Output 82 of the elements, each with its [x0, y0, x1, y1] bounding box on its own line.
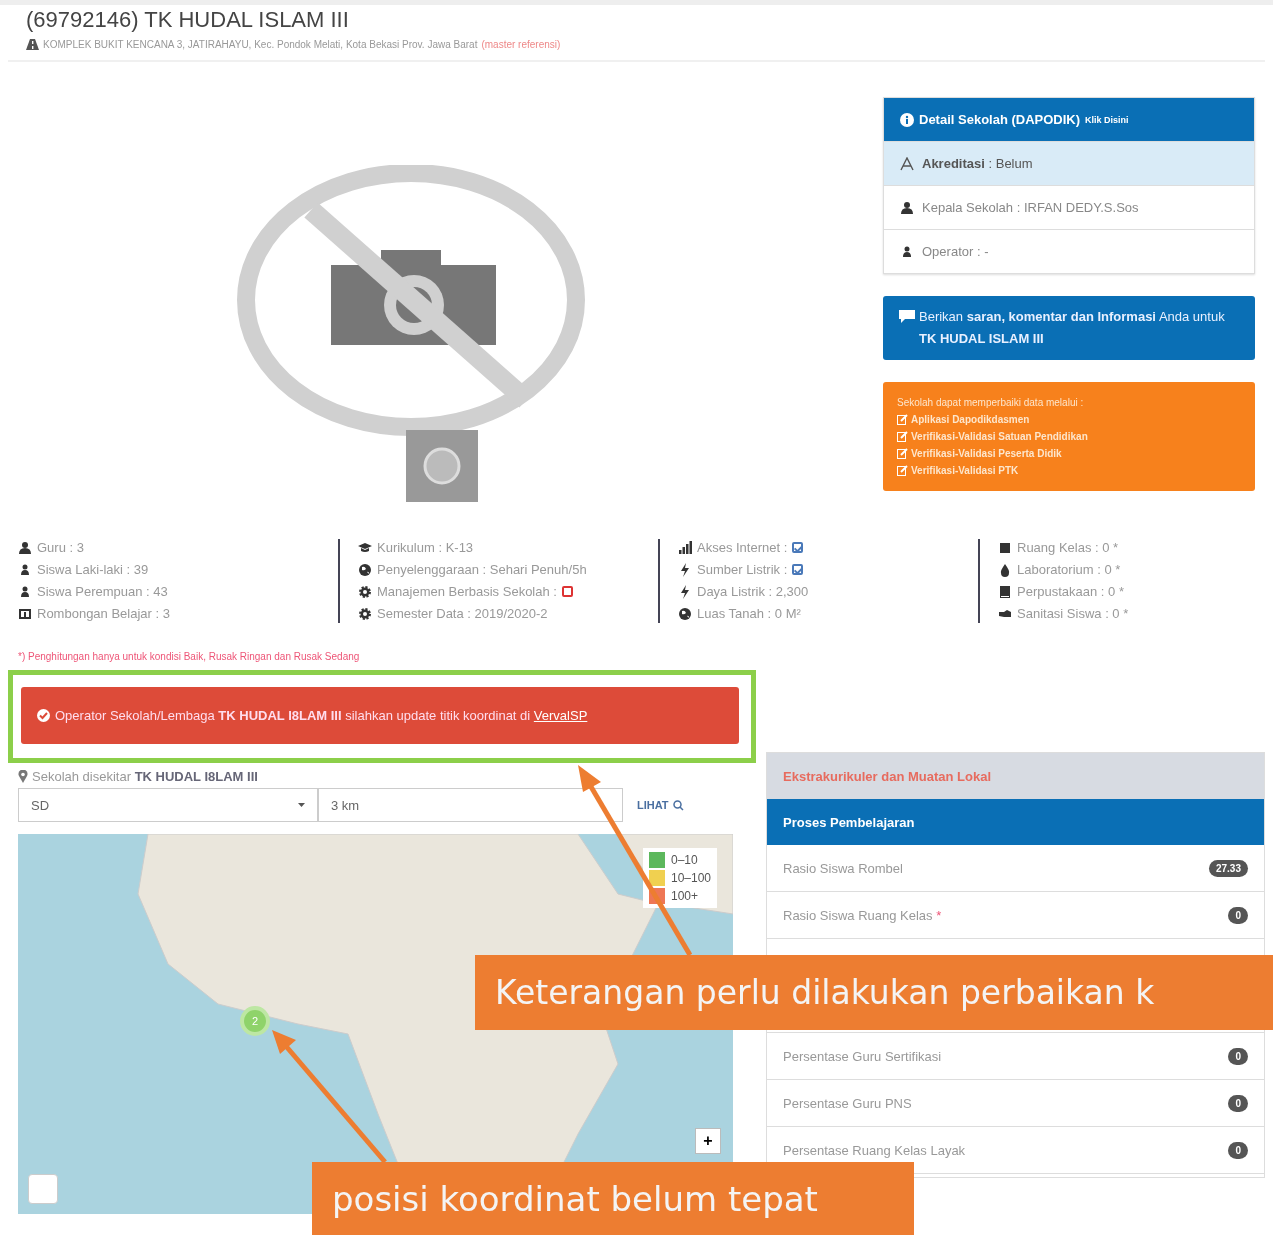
edit-icon — [897, 414, 908, 425]
school-title: (69792146) TK HUDAL ISLAM III — [26, 7, 350, 33]
user-icon — [18, 584, 32, 599]
caret-icon — [298, 803, 305, 807]
principal-text: Kepala Sekolah : IRFAN DEDY.S.Sos — [922, 200, 1139, 215]
gear-icon — [358, 584, 372, 599]
reference-link[interactable]: (master referensi) — [481, 39, 561, 50]
stat-text: Sanitasi Siswa : 0 * — [1017, 606, 1129, 621]
lightning-icon — [678, 562, 692, 577]
feedback-text: Berikan saran, komentar dan Informasi Anda untuk TK HUDAL ISLAM III — [919, 308, 1226, 348]
annotation-callout: posisi koordinat belum tepat — [312, 1162, 914, 1235]
stat-text: Sumber Listrik : — [697, 562, 788, 577]
edit-icon — [897, 431, 908, 442]
info-icon — [900, 112, 914, 127]
vervalsp-link[interactable]: VervalSP — [533, 708, 588, 723]
address-text: KOMPLEK BUKIT KENCANA 3, JATIRAHAYU, Kec. Pondok Melati, Kota Bekasi Prov. Jawa Barat — [43, 39, 478, 50]
globe-icon — [678, 606, 692, 621]
globe-icon — [358, 562, 372, 577]
stat-text: Penyelenggaraan : Sehari Penuh/5h — [377, 562, 587, 577]
board-icon — [18, 606, 32, 621]
accreditation-text: Akreditasi : Belum — [922, 156, 1033, 171]
feedback-box[interactable]: Berikan saran, komentar dan Informasi Anda untuk TK HUDAL ISLAM III — [883, 296, 1255, 360]
check-circle-icon — [37, 709, 50, 722]
stat-text: Ruang Kelas : 0 * — [1017, 540, 1119, 555]
gear-icon — [358, 606, 372, 621]
legend-label: 10–100 — [670, 871, 711, 885]
stat-text: Semester Data : 2019/2020-2 — [377, 606, 548, 621]
stat-text: Kurikulum : K-13 — [377, 540, 474, 555]
nearby-label: Sekolah disekitar TK HUDAL I8LAM III — [32, 769, 258, 784]
stat-text: Luas Tanah : 0 M² — [697, 606, 801, 621]
drop-icon — [998, 562, 1012, 577]
view-button[interactable]: LIHAT — [631, 798, 690, 812]
stat-text: Rombongan Belajar : 3 — [37, 606, 170, 621]
indicator-label: Rasio Siswa Ruang Kelas * — [783, 907, 942, 923]
stat-text: Manajemen Berbasis Sekolah : — [377, 584, 557, 599]
legend-label: 0–10 — [670, 853, 698, 867]
comment-icon — [899, 310, 915, 324]
indicator-label: Persentase Ruang Kelas Layak — [783, 1142, 966, 1158]
search-icon — [672, 799, 684, 811]
stat-text: Perpustakaan : 0 * — [1017, 584, 1124, 599]
value-badge: 27.33 — [1208, 859, 1248, 877]
edit-icon — [897, 448, 908, 459]
location-pin-icon — [18, 770, 28, 783]
user-icon — [900, 244, 914, 259]
repair-intro: Sekolah dapat memperbaiki data melalui : — [897, 396, 1085, 410]
stat-text: Guru : 3 — [37, 540, 84, 555]
stat-text: Daya Listrik : 2,300 — [697, 584, 809, 599]
user-icon — [18, 562, 32, 577]
detail-header[interactable]: Detail Sekolah (DAPODIK) Klik Disini — [884, 98, 1254, 141]
distance-field[interactable]: 3 km — [318, 788, 623, 822]
annotation-callout: Keterangan perlu dilakukan perbaikan k — [475, 955, 1273, 1030]
legend-label: 100+ — [670, 889, 698, 903]
stat-text: Siswa Laki-laki : 39 — [37, 562, 149, 577]
level-select[interactable]: SD — [18, 788, 318, 822]
alert-text: Operator Sekolah/Lembaga TK HUDAL I8LAM III silahkan update titik koordinat di VervalSP — [55, 708, 588, 723]
graduation-cap-icon — [358, 540, 372, 555]
certificate-icon — [900, 156, 914, 171]
detail-title: Detail Sekolah (DAPODIK) — [919, 112, 1081, 127]
indicator-tab[interactable]: Proses Pembelajaran — [767, 799, 1264, 845]
stat-text: Laboratorium : 0 * — [1017, 562, 1121, 577]
indicator-label: Rasio Siswa Rombel — [783, 860, 903, 876]
road-icon — [26, 39, 39, 50]
footnote: *) Penghitungan hanya untuk kondisi Baik, Rusak Ringan dan Rusak Sedang — [17, 650, 361, 662]
user-icon — [900, 200, 914, 215]
stat-text: Akses Internet : — [697, 540, 788, 555]
user-icon — [18, 540, 32, 555]
map-control[interactable] — [28, 1174, 58, 1204]
indicator-label: Persentase Guru PNS — [783, 1095, 912, 1111]
indicator-label: Persentase Guru Sertifikasi — [783, 1048, 942, 1064]
operator-text: Operator : - — [922, 244, 989, 259]
click-hint: Klik Disini — [1085, 114, 1129, 125]
stat-text: Siswa Perempuan : 43 — [37, 584, 168, 599]
book-icon — [998, 584, 1012, 599]
value-badge: 0 — [1228, 1094, 1248, 1112]
square-icon — [998, 540, 1012, 555]
zoom-in-button[interactable]: + — [695, 1128, 721, 1154]
value-badge: 0 — [1228, 906, 1248, 924]
lightning-icon — [678, 584, 692, 599]
signal-icon — [678, 540, 692, 555]
edit-icon — [897, 465, 908, 476]
value-badge: 0 — [1228, 1047, 1248, 1065]
value-badge: 0 — [1228, 1141, 1248, 1159]
